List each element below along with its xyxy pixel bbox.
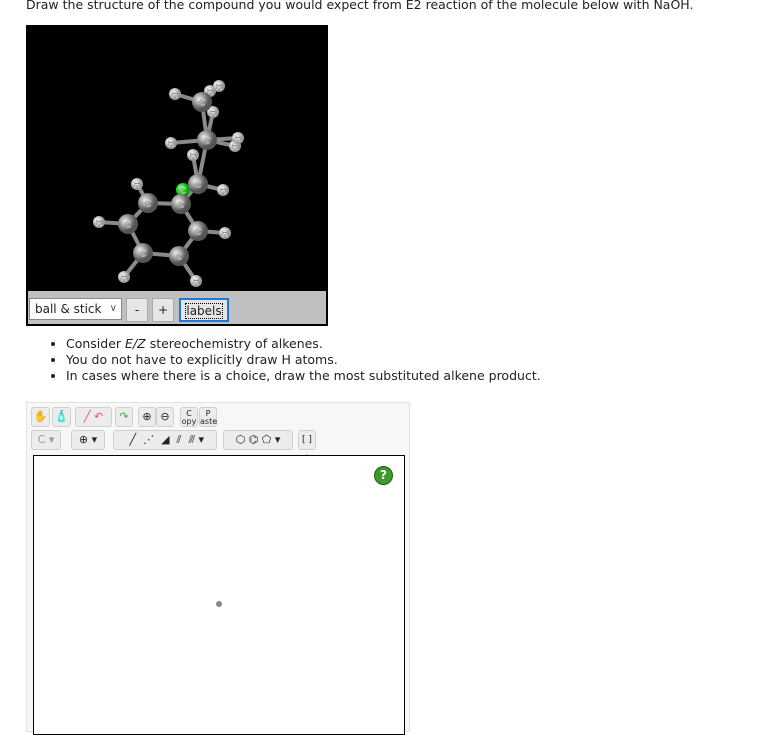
hydrogen-atom-label: H	[190, 152, 197, 162]
zoom-out-button[interactable]: -	[126, 298, 148, 322]
instruction-emphasis: E/Z	[125, 336, 146, 351]
hand-icon[interactable]: ✋	[31, 407, 50, 427]
labels-text: labels	[185, 303, 223, 319]
bond-tools[interactable]: ╱ ⋰ ◢ ⫽ ⫻ ▾	[113, 430, 217, 450]
canvas-dot	[216, 601, 222, 607]
element-select[interactable]: C ▾	[31, 430, 61, 450]
copy-button[interactable]: Copy	[180, 407, 198, 427]
hydrogen-atom-label: H	[222, 230, 229, 240]
help-icon[interactable]: ?	[374, 466, 393, 485]
charge-select[interactable]: ⊕ ▾	[71, 430, 105, 450]
instruction-text: stereochemistry of alkenes.	[145, 336, 323, 351]
zoom-out-icon[interactable]: ⊖	[156, 407, 174, 427]
instruction-item: You do not have to explicitly draw H ato…	[66, 352, 541, 368]
zoom-in-icon[interactable]: ⊕	[138, 407, 156, 427]
instructions-list: Consider E/Z stereochemistry of alkenes.…	[28, 336, 541, 384]
element-value: C	[37, 433, 46, 446]
paste-button[interactable]: Paste	[199, 407, 217, 427]
charge-icon: ⊕	[78, 433, 89, 446]
hydrogen-atom-label: H	[168, 140, 175, 150]
hydrogen-atom-label: H	[134, 181, 141, 191]
hydrogen-atom-label: H	[121, 274, 128, 284]
carbon-atom-label: C	[204, 137, 210, 147]
carbon-atom-label: C	[125, 221, 131, 231]
ring-tools[interactable]: ⬡ ⌬ ⬠ ▾	[223, 430, 293, 450]
structure-editor: ✋ 🧴 ╱ ↶ ↷ ⊕ ⊖ Copy Paste C ▾ ⊕ ▾ ╱ ⋰ ◢ ⫽…	[26, 402, 410, 735]
redo-icon[interactable]: ↷	[115, 407, 133, 427]
chevron-down-icon: ∨	[109, 303, 117, 314]
bracket-button[interactable]: [ ]±	[298, 430, 316, 463]
copy-sub: opy	[181, 417, 197, 426]
instruction-item: Consider E/Z stereochemistry of alkenes.	[66, 336, 541, 352]
question-text: Draw the structure of the compound you w…	[26, 0, 694, 12]
hydrogen-atom-label: H	[216, 83, 223, 93]
carbon-atom-label: C	[140, 250, 146, 260]
molecule-3d-model[interactable]: CH H HHH HHHHHHHH HCCCCCCCC C	[26, 25, 328, 291]
render-style-value: ball & stick	[35, 302, 102, 316]
instruction-text: Consider	[66, 336, 126, 351]
hydrogen-atom-label: H	[220, 187, 227, 197]
hydrogen-atom-label: H	[96, 219, 103, 229]
instruction-item: In cases where there is a choice, draw t…	[66, 368, 541, 384]
carbon-atom-label: C	[178, 201, 184, 211]
drawing-canvas[interactable]: ?	[33, 455, 405, 735]
hydrogen-atom-label: H	[172, 91, 179, 101]
carbon-atom-label: C	[145, 200, 151, 210]
carbon-atom-label: C	[176, 253, 182, 263]
zoom-in-button[interactable]: +	[152, 298, 174, 322]
molecule-viewer[interactable]: CHHHHHHHHHHHHHHCCCCCCCCC ball & stick ∨ -…	[26, 25, 328, 326]
hydrogen-atom-label: H	[235, 135, 242, 145]
erase-all-icon[interactable]: 🧴	[52, 407, 71, 427]
carbon-atom-label: C	[199, 99, 205, 109]
hydrogen-atom-label: H	[210, 109, 217, 119]
carbon-atom-label: C	[195, 181, 201, 191]
hydrogen-atom-label: H	[193, 278, 200, 288]
eraser-icon[interactable]: ╱ ↶	[75, 407, 112, 427]
labels-button[interactable]: labels	[179, 298, 229, 322]
paste-sub: aste	[200, 417, 218, 426]
render-style-select[interactable]: ball & stick ∨	[29, 298, 122, 320]
carbon-atom-label: C	[195, 228, 201, 238]
